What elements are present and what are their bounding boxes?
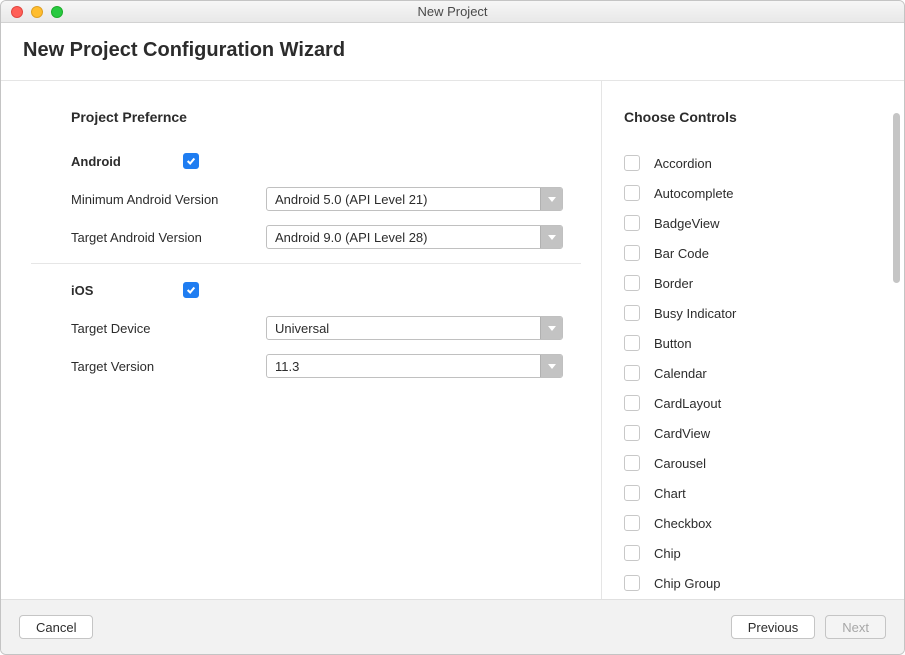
control-item: Bar Code xyxy=(624,245,880,261)
dialog-header: New Project Configuration Wizard xyxy=(1,23,904,81)
chevron-down-icon xyxy=(540,317,562,339)
control-label: BadgeView xyxy=(654,216,720,231)
control-item: Chip Group xyxy=(624,575,880,591)
target-android-select[interactable]: Android 9.0 (API Level 28) xyxy=(266,225,563,249)
control-label: Bar Code xyxy=(654,246,709,261)
control-item: Carousel xyxy=(624,455,880,471)
chevron-down-icon xyxy=(540,355,562,377)
dialog-window: New Project New Project Configuration Wi… xyxy=(0,0,905,655)
target-android-value: Android 9.0 (API Level 28) xyxy=(267,230,540,245)
controls-pane: Choose Controls Accordion Autocomplete Bad… xyxy=(601,81,904,599)
window-controls xyxy=(11,6,63,18)
control-label: Chip xyxy=(654,546,681,561)
chevron-down-icon xyxy=(540,188,562,210)
control-item: CardLayout xyxy=(624,395,880,411)
control-checkbox[interactable] xyxy=(624,155,640,171)
control-item: Calendar xyxy=(624,365,880,381)
next-button: Next xyxy=(825,615,886,639)
min-android-value: Android 5.0 (API Level 21) xyxy=(267,192,540,207)
ios-section: iOS Target Device Universal Target Versi… xyxy=(71,282,581,378)
minimize-icon[interactable] xyxy=(31,6,43,18)
content-area: Project Prefernce Android Minimum Androi… xyxy=(1,81,904,599)
control-label: CardLayout xyxy=(654,396,721,411)
control-item: Border xyxy=(624,275,880,291)
control-item: BadgeView xyxy=(624,215,880,231)
previous-button[interactable]: Previous xyxy=(731,615,816,639)
control-checkbox[interactable] xyxy=(624,545,640,561)
android-section: Android Minimum Android Version Android … xyxy=(71,153,581,249)
divider xyxy=(31,263,581,264)
control-label: Button xyxy=(654,336,692,351)
control-label: Accordion xyxy=(654,156,712,171)
page-title: New Project Configuration Wizard xyxy=(23,39,882,62)
control-label: Chart xyxy=(654,486,686,501)
control-label: Chip Group xyxy=(654,576,720,591)
preferences-title: Project Prefernce xyxy=(71,109,581,125)
zoom-icon[interactable] xyxy=(51,6,63,18)
control-item: CardView xyxy=(624,425,880,441)
control-item: Accordion xyxy=(624,155,880,171)
check-icon xyxy=(186,156,196,166)
control-checkbox[interactable] xyxy=(624,485,640,501)
target-device-value: Universal xyxy=(267,321,540,336)
control-label: Autocomplete xyxy=(654,186,734,201)
scrollbar-thumb[interactable] xyxy=(893,113,900,283)
window-title: New Project xyxy=(1,4,904,19)
control-item: Checkbox xyxy=(624,515,880,531)
target-android-label: Target Android Version xyxy=(71,230,256,245)
target-version-select[interactable]: 11.3 xyxy=(266,354,563,378)
target-version-label: Target Version xyxy=(71,359,256,374)
control-checkbox[interactable] xyxy=(624,395,640,411)
control-item: Busy Indicator xyxy=(624,305,880,321)
control-label: Calendar xyxy=(654,366,707,381)
control-checkbox[interactable] xyxy=(624,575,640,591)
control-checkbox[interactable] xyxy=(624,365,640,381)
control-label: Checkbox xyxy=(654,516,712,531)
target-device-select[interactable]: Universal xyxy=(266,316,563,340)
target-version-value: 11.3 xyxy=(267,359,540,374)
android-checkbox[interactable] xyxy=(183,153,199,169)
min-android-select[interactable]: Android 5.0 (API Level 21) xyxy=(266,187,563,211)
control-label: Busy Indicator xyxy=(654,306,736,321)
control-checkbox[interactable] xyxy=(624,215,640,231)
check-icon xyxy=(186,285,196,295)
control-checkbox[interactable] xyxy=(624,425,640,441)
control-item: Chart xyxy=(624,485,880,501)
control-checkbox[interactable] xyxy=(624,335,640,351)
control-checkbox[interactable] xyxy=(624,305,640,321)
control-item: Button xyxy=(624,335,880,351)
control-checkbox[interactable] xyxy=(624,275,640,291)
ios-checkbox[interactable] xyxy=(183,282,199,298)
target-device-label: Target Device xyxy=(71,321,256,336)
control-checkbox[interactable] xyxy=(624,515,640,531)
android-label: Android xyxy=(71,154,121,169)
ios-label: iOS xyxy=(71,283,121,298)
control-checkbox[interactable] xyxy=(624,185,640,201)
control-item: Chip xyxy=(624,545,880,561)
dialog-footer: Cancel Previous Next xyxy=(1,599,904,654)
preferences-pane: Project Prefernce Android Minimum Androi… xyxy=(1,81,601,599)
titlebar: New Project xyxy=(1,1,904,23)
control-label: Carousel xyxy=(654,456,706,471)
chevron-down-icon xyxy=(540,226,562,248)
close-icon[interactable] xyxy=(11,6,23,18)
control-item: Autocomplete xyxy=(624,185,880,201)
control-checkbox[interactable] xyxy=(624,245,640,261)
control-checkbox[interactable] xyxy=(624,455,640,471)
control-label: Border xyxy=(654,276,693,291)
controls-list: Accordion Autocomplete BadgeView Bar Code Bo… xyxy=(624,155,894,591)
controls-title: Choose Controls xyxy=(624,109,894,125)
control-label: CardView xyxy=(654,426,710,441)
min-android-label: Minimum Android Version xyxy=(71,192,256,207)
cancel-button[interactable]: Cancel xyxy=(19,615,93,639)
